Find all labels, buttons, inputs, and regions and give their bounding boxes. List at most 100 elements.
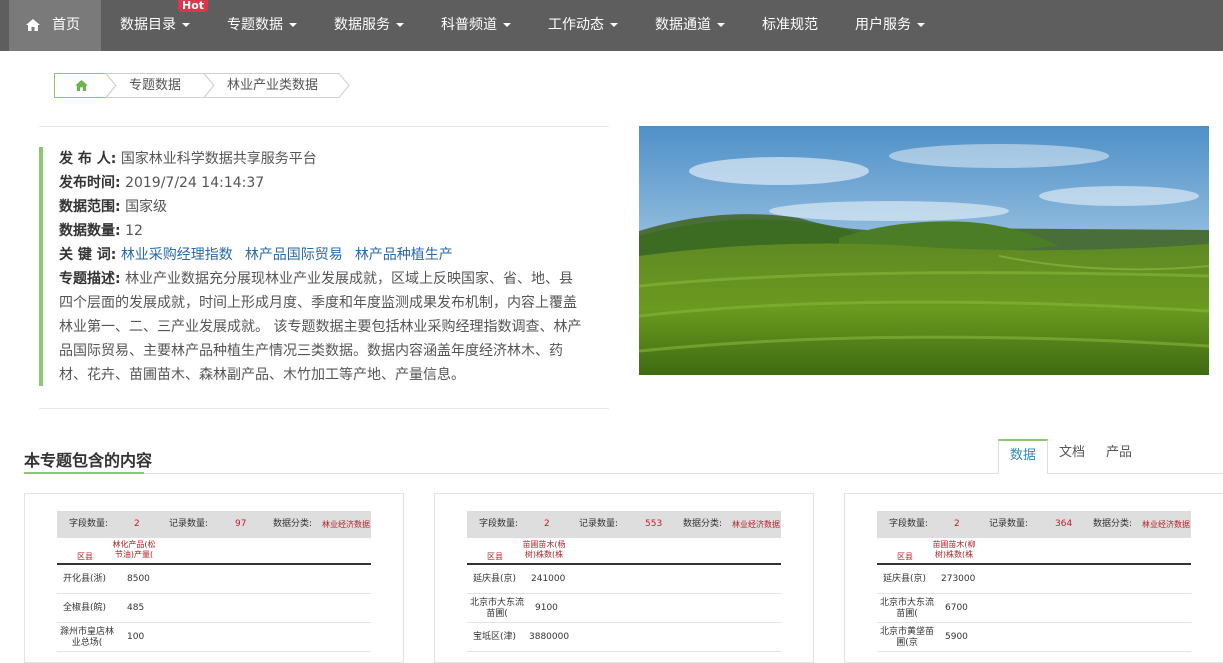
table-cell: 宝坻区(津) [473, 632, 517, 642]
column-header: 区县 [77, 552, 93, 561]
table-cell: 北京市大东流苗圃( [879, 597, 934, 619]
column-header: 苗圃苗木(杨树)株数(株 [522, 540, 566, 559]
breadcrumb-label: 林业产业类数据 [227, 78, 319, 93]
tab-products[interactable]: 产品 [1097, 439, 1141, 474]
table-row: 滁州市皇店林业总场(100 [57, 623, 371, 652]
nav-topic-data[interactable]: 专题数据 [227, 0, 297, 51]
topic-info: 发 布 人: 国家林业科学数据共享服务平台 发布时间: 2019/7/24 14… [59, 147, 587, 387]
tea-plantation-image [639, 126, 1209, 375]
record-count: 97 [235, 519, 247, 529]
publisher-row: 发 布 人: 国家林业科学数据共享服务平台 [59, 147, 587, 171]
chevron-down-icon [289, 23, 297, 27]
category-value: 林业经济数据 [1142, 520, 1190, 529]
field-count-label: 字段数量: [479, 519, 519, 529]
chevron-down-icon [717, 23, 725, 27]
table-cell: 485 [127, 603, 145, 613]
nav-label: 数据目录 [120, 17, 176, 33]
desc-value: 林业产业数据充分展现林业产业发展成就，区域上反映国家、省、地、县四个层面的发展成… [59, 271, 582, 383]
table-cell: 6700 [945, 603, 968, 613]
nav-label: 数据通道 [655, 17, 711, 33]
topic-photo [639, 126, 1209, 375]
table-row: 北京市大东流苗圃( 9100 [467, 594, 781, 623]
nav-home[interactable]: 首页 [9, 0, 101, 51]
nav-home-label: 首页 [52, 17, 80, 33]
nav-science[interactable]: 科普频道 [441, 0, 511, 51]
chevron-down-icon [503, 23, 511, 27]
preview-columns: 区县 苗圃苗木(杨树)株数(株 [467, 538, 781, 565]
field-count-label: 字段数量: [889, 519, 929, 529]
count-row: 数据数量: 12 [59, 219, 587, 243]
field-count: 2 [134, 519, 140, 529]
record-count: 364 [1055, 519, 1073, 529]
column-header: 区县 [487, 552, 503, 561]
field-count: 2 [544, 519, 550, 529]
preview-columns: 区县 苗圃苗木(柳树)株数(株 [877, 538, 1191, 565]
dataset-card[interactable]: 字段数量: 2 记录数量: 364 数据分类: 林业经济数据 区县 苗圃苗木(柳… [844, 493, 1223, 663]
keyword-link[interactable]: 林业采购经理指数 [121, 247, 233, 263]
preview-header: 字段数量: 2 记录数量: 97 数据分类: 林业经济数据 [57, 511, 371, 538]
home-icon[interactable] [75, 80, 88, 91]
time-value: 2019/7/24 14:14:37 [125, 175, 265, 191]
table-row: 北京市黄垡苗圃(京 5900 [877, 623, 1191, 652]
dataset-preview: 字段数量: 2 记录数量: 553 数据分类: 林业经济数据 区县 苗圃苗木(杨… [467, 511, 781, 652]
table-cell: 9100 [535, 603, 558, 613]
nav-label: 数据服务 [334, 17, 390, 33]
publisher-value: 国家林业科学数据共享服务平台 [120, 151, 317, 167]
table-row: 全椒县(皖) 485 [57, 594, 371, 623]
chevron-down-icon [610, 23, 618, 27]
record-count: 553 [645, 519, 663, 529]
nav-data-service[interactable]: 数据服务 [334, 0, 404, 51]
nav-label: 科普频道 [441, 17, 497, 33]
table-cell: 开化县(浙) [63, 574, 107, 584]
tab-data[interactable]: 数据 [998, 439, 1048, 474]
chevron-down-icon [182, 23, 190, 27]
desc-row: 专题描述: 林业产业数据充分展现林业产业发展成就，区域上反映国家、省、地、县四个… [59, 267, 587, 387]
section-title-underline [24, 472, 144, 474]
publisher-label: 发 布 人: [59, 151, 117, 167]
tab-documents[interactable]: 文档 [1050, 439, 1094, 474]
dataset-card[interactable]: 字段数量: 2 记录数量: 553 数据分类: 林业经济数据 区县 苗圃苗木(杨… [434, 493, 814, 663]
chevron-down-icon [396, 23, 404, 27]
desc-label: 专题描述: [59, 271, 121, 287]
table-cell: 全椒县(皖) [63, 603, 107, 613]
nav-standards[interactable]: 标准规范 [762, 0, 818, 51]
table-cell: 8500 [127, 574, 150, 584]
table-cell: 延庆县(京) [883, 574, 927, 584]
table-row: 宝坻区(津) 3880000 [467, 623, 781, 652]
record-count-label: 记录数量: [169, 519, 209, 529]
category-label: 数据分类: [1093, 519, 1133, 529]
table-row: 北京市大东流苗圃( 6700 [877, 594, 1191, 623]
table-cell: 北京市大东流苗圃( [469, 597, 524, 619]
preview-header: 字段数量: 2 记录数量: 553 数据分类: 林业经济数据 [467, 511, 781, 538]
table-row: 开化县(浙) 8500 [57, 565, 371, 594]
record-count-label: 记录数量: [579, 519, 619, 529]
nav-label: 用户服务 [855, 17, 911, 33]
category-value: 林业经济数据 [732, 520, 780, 529]
nav-data-channel[interactable]: 数据通道 [655, 0, 725, 51]
nav-data-catalog[interactable]: 数据目录 [120, 0, 190, 51]
table-cell: 241000 [531, 574, 566, 584]
count-value: 12 [125, 223, 143, 239]
time-row: 发布时间: 2019/7/24 14:14:37 [59, 171, 587, 195]
topic-info-panel: 发 布 人: 国家林业科学数据共享服务平台 发布时间: 2019/7/24 14… [39, 126, 609, 409]
nav-label: 标准规范 [762, 17, 818, 33]
nav-user-service[interactable]: 用户服务 [855, 0, 925, 51]
table-cell: 273000 [941, 574, 976, 584]
keywords-label: 关 键 词: [59, 247, 117, 263]
top-nav: 首页 Hot 数据目录 专题数据 数据服务 科普频道 工作动态 数据通道 标准规… [0, 0, 1223, 51]
nav-news[interactable]: 工作动态 [548, 0, 618, 51]
keyword-link[interactable]: 林产品种植生产 [355, 247, 453, 263]
keyword-link[interactable]: 林产品国际贸易 [245, 247, 343, 263]
table-row: 延庆县(京) 273000 [877, 565, 1191, 594]
column-header: 林化产品(松节油)产量( [112, 540, 156, 559]
dataset-preview: 字段数量: 2 记录数量: 97 数据分类: 林业经济数据 区县 林化产品(松节… [57, 511, 371, 652]
table-cell: 5900 [945, 632, 968, 642]
preview-header: 字段数量: 2 记录数量: 364 数据分类: 林业经济数据 [877, 511, 1191, 538]
column-header: 区县 [897, 552, 913, 561]
dataset-card[interactable]: 字段数量: 2 记录数量: 97 数据分类: 林业经济数据 区县 林化产品(松节… [24, 493, 404, 663]
field-count-label: 字段数量: [69, 519, 109, 529]
category-value: 林业经济数据 [322, 520, 370, 529]
scope-row: 数据范围: 国家级 [59, 195, 587, 219]
table-row: 延庆县(京) 241000 [467, 565, 781, 594]
scope-label: 数据范围: [59, 199, 121, 215]
